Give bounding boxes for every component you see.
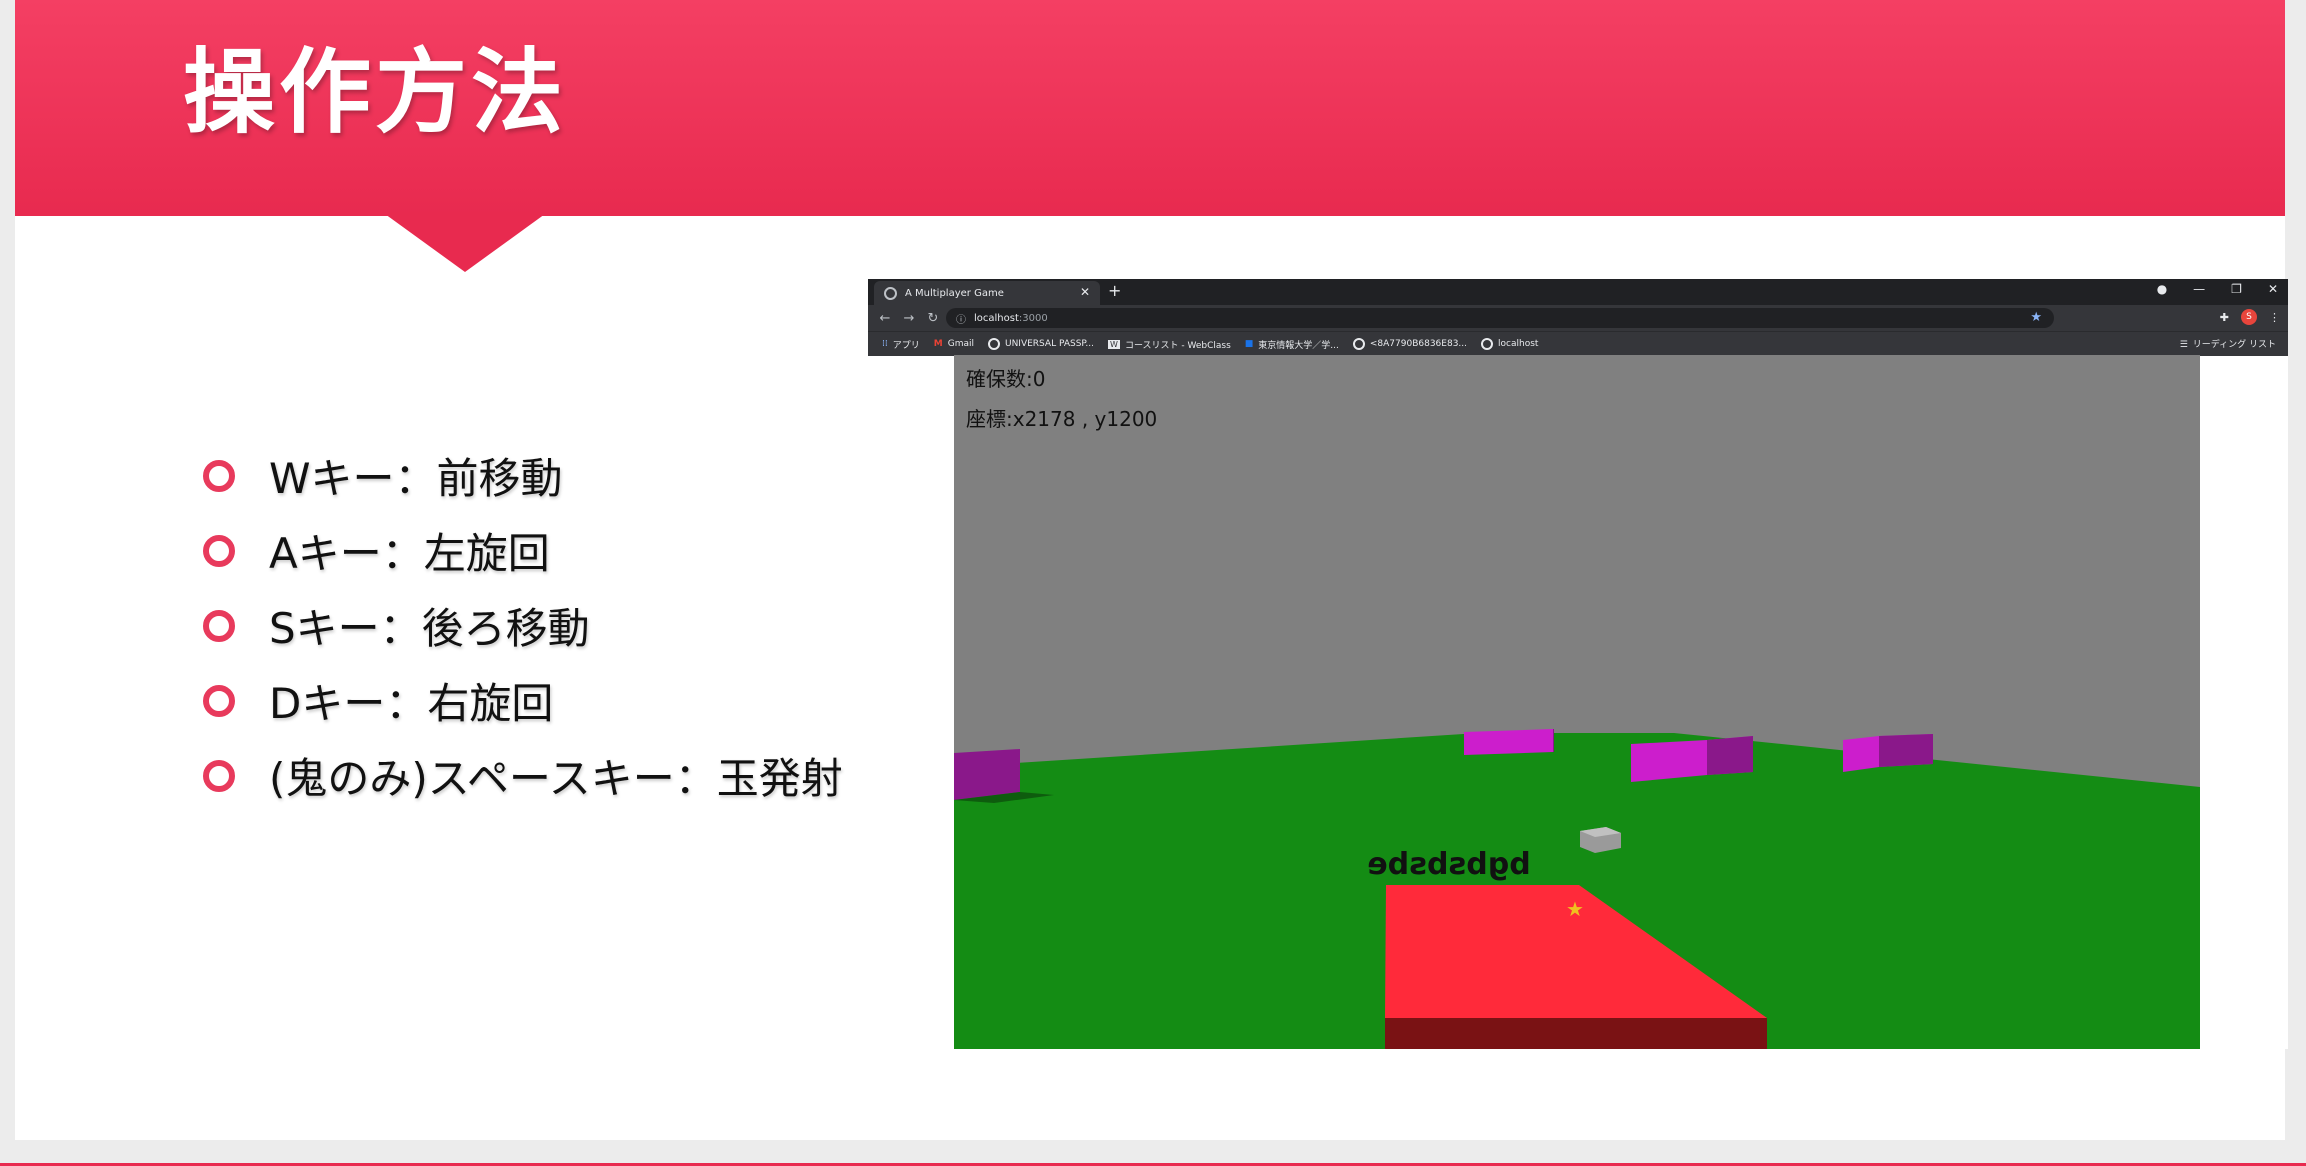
reading-list-icon: ☰ bbox=[2179, 340, 2188, 350]
tab-strip: A Multiplayer Game ✕ + ● — ❐ ✕ bbox=[868, 279, 2288, 305]
bookmark-item[interactable]: UNIVERSAL PASSP... bbox=[987, 338, 1094, 350]
puzzle-icon[interactable]: ✚ bbox=[2220, 311, 2229, 324]
bookmark-item[interactable]: localhost bbox=[1481, 338, 1538, 350]
address-bar[interactable]: ⓘ localhost:3000 ★ bbox=[946, 308, 2054, 328]
title-banner: 操作方法 bbox=[15, 0, 2285, 216]
bullet-text: Aキー：左旋回 bbox=[269, 529, 550, 578]
url-port: :3000 bbox=[1018, 312, 1048, 324]
back-icon[interactable]: ← bbox=[878, 311, 892, 326]
extensions-circle-icon[interactable]: ● bbox=[2157, 282, 2167, 296]
browser-toolbar: ← → ↻ ⓘ localhost:3000 ★ ✚ S ⋮ bbox=[868, 305, 2288, 331]
list-item: Sキー：後ろ移動 bbox=[203, 588, 843, 663]
toolbar-right: ✚ S ⋮ bbox=[2220, 309, 2280, 325]
obstacle-block-side bbox=[1707, 736, 1753, 775]
browser-chrome: A Multiplayer Game ✕ + ● — ❐ ✕ ← → ↻ ⓘ l… bbox=[868, 279, 2288, 356]
obstacle-block bbox=[1464, 729, 1553, 755]
minimize-icon[interactable]: — bbox=[2193, 282, 2205, 296]
bullet-text: (鬼のみ)スペースキー：玉発射 bbox=[269, 754, 843, 803]
captured-count: 確保数:0 bbox=[966, 367, 1046, 391]
globe-icon bbox=[987, 338, 1000, 350]
bullet-text: Sキー：後ろ移動 bbox=[269, 604, 590, 653]
tab-title: A Multiplayer Game bbox=[905, 287, 1004, 299]
list-item: Aキー：左旋回 bbox=[203, 513, 843, 588]
url-host: localhost bbox=[974, 312, 1019, 324]
globe-icon bbox=[1481, 338, 1494, 350]
bullet-ring-icon bbox=[203, 759, 235, 792]
slide: 操作方法 Wキー：前移動 Aキー：左旋回 Sキー：後ろ移動 Dキー：右旋回 (鬼… bbox=[15, 0, 2288, 1140]
list-item: Wキー：前移動 bbox=[203, 438, 843, 513]
reading-list[interactable]: ☰ リーディング リスト bbox=[2180, 337, 2276, 350]
close-icon[interactable]: ✕ bbox=[1080, 285, 1090, 299]
bullet-ring-icon bbox=[203, 459, 235, 492]
globe-icon bbox=[884, 286, 897, 300]
close-window-icon[interactable]: ✕ bbox=[2268, 282, 2278, 296]
menu-dots-icon[interactable]: ⋮ bbox=[2269, 311, 2280, 324]
bookmark-item[interactable]: ■ 東京情報大学／学... bbox=[1245, 338, 1339, 351]
bookmark-item[interactable]: M Gmail bbox=[934, 339, 974, 349]
new-tab-icon[interactable]: + bbox=[1108, 281, 1121, 300]
banner-pointer bbox=[385, 214, 545, 272]
bullet-text: Dキー：右旋回 bbox=[269, 679, 554, 728]
obstacle-block-left bbox=[954, 749, 1020, 800]
obstacle-block-side bbox=[1879, 734, 1933, 767]
globe-icon bbox=[1352, 338, 1365, 350]
obstacle-block-side bbox=[1553, 729, 1554, 752]
coordinates-readout: 座標:x2178 , y1200 bbox=[966, 407, 1158, 431]
reload-icon[interactable]: ↻ bbox=[926, 311, 940, 326]
bullet-ring-icon bbox=[203, 684, 235, 717]
browser-tab[interactable]: A Multiplayer Game ✕ bbox=[874, 281, 1100, 305]
forward-icon[interactable]: → bbox=[902, 311, 916, 326]
profile-avatar[interactable]: S bbox=[2241, 309, 2257, 325]
university-icon: ■ bbox=[1244, 339, 1254, 349]
restore-icon[interactable]: ❐ bbox=[2231, 282, 2242, 296]
controls-list: Wキー：前移動 Aキー：左旋回 Sキー：後ろ移動 Dキー：右旋回 (鬼のみ)スペ… bbox=[203, 438, 843, 813]
list-item: Dキー：右旋回 bbox=[203, 663, 843, 738]
gmail-icon: M bbox=[933, 339, 943, 349]
game-canvas[interactable]: ★ bgbsbsbe 確保数:0 座標:x2178 , y1200 bbox=[954, 355, 2200, 1049]
bookmark-item[interactable]: ⁞⁞ アプリ bbox=[882, 338, 920, 351]
game-scene: ★ bgbsbsbe bbox=[954, 729, 2200, 1049]
window-controls: ● — ❐ ✕ bbox=[2157, 282, 2278, 296]
player-name-label: bgbsbsbe bbox=[1367, 847, 1530, 882]
bullet-ring-icon bbox=[203, 609, 235, 642]
info-icon[interactable]: ⓘ bbox=[956, 311, 966, 326]
slide-title: 操作方法 bbox=[183, 39, 568, 146]
apps-grid-icon: ⁞⁞ bbox=[882, 339, 888, 349]
bullet-text: Wキー：前移動 bbox=[269, 454, 563, 503]
bookmarks-bar: ⁞⁞ アプリ M Gmail UNIVERSAL PASSP... W コースリスト … bbox=[868, 331, 2288, 356]
bookmark-item[interactable]: <8A7790B6836E83... bbox=[1352, 338, 1467, 350]
star-icon: ★ bbox=[1566, 897, 1584, 921]
bookmark-star-icon[interactable]: ★ bbox=[2030, 310, 2042, 325]
list-item: (鬼のみ)スペースキー：玉発射 bbox=[203, 738, 843, 813]
bullet-ring-icon bbox=[203, 534, 235, 567]
player-front bbox=[1385, 1018, 1767, 1049]
bookmark-item[interactable]: W コースリスト - WebClass bbox=[1108, 338, 1231, 351]
browser-screenshot: A Multiplayer Game ✕ + ● — ❐ ✕ ← → ↻ ⓘ l… bbox=[868, 279, 2288, 1049]
webclass-icon: W bbox=[1108, 339, 1120, 349]
